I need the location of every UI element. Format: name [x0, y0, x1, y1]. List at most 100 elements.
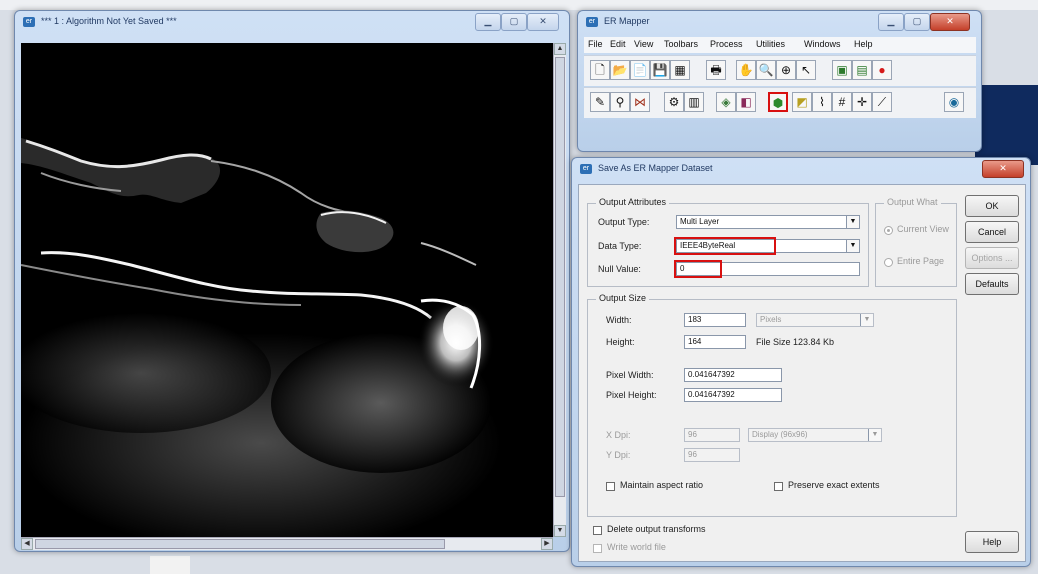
minimize-button[interactable]: ▁: [475, 13, 501, 31]
scroll-left-button[interactable]: ◀: [21, 538, 33, 550]
horizontal-scroll-thumb[interactable]: [35, 539, 445, 549]
vertical-scrollbar[interactable]: ▲ ▼: [553, 43, 566, 537]
current-view-radio[interactable]: [884, 226, 893, 235]
menu-bar: File Edit View Toolbars Process Utilitie…: [584, 37, 976, 53]
pixel-width-input[interactable]: 0.041647392: [684, 368, 782, 382]
chevron-down-icon[interactable]: ▼: [868, 429, 881, 441]
close-button[interactable]: ✕: [930, 13, 970, 31]
horizontal-scrollbar[interactable]: ◀ ▶: [21, 537, 553, 550]
entire-page-radio[interactable]: [884, 258, 893, 267]
output-attributes-title: Output Attributes: [596, 197, 670, 207]
help-button[interactable]: Help: [965, 531, 1019, 553]
y-dpi-input[interactable]: 96: [684, 448, 740, 462]
height-label: Height:: [606, 337, 635, 347]
save-icon[interactable]: 💾: [650, 60, 670, 80]
transform-icon[interactable]: ⟋: [872, 92, 892, 112]
ermapper-main-window: er ER Mapper ▁ ▢ ✕ File Edit View Toolba…: [577, 10, 982, 152]
menu-edit[interactable]: Edit: [610, 39, 626, 49]
filter-icon[interactable]: #: [832, 92, 852, 112]
save-dialog-body: Output Attributes Output Type: Multi Lay…: [578, 184, 1026, 562]
chevron-down-icon[interactable]: ▼: [860, 314, 873, 326]
world-icon[interactable]: ◉: [944, 92, 964, 112]
save-as-icon[interactable]: ▦: [670, 60, 690, 80]
size-unit-dropdown[interactable]: Pixels ▼: [756, 313, 874, 327]
write-world-file-checkbox[interactable]: [593, 544, 602, 553]
null-value-label: Null Value:: [598, 264, 641, 274]
close-button[interactable]: ✕: [527, 13, 559, 31]
maximize-button[interactable]: ▢: [904, 13, 930, 31]
select-arrow-icon[interactable]: ↖: [796, 60, 816, 80]
ermapper-app-icon: er: [586, 17, 598, 27]
output-size-group: Output Size Width: 183 Pixels ▼ Height: …: [587, 293, 957, 517]
geolink-icon[interactable]: ⚲: [610, 92, 630, 112]
menu-file[interactable]: File: [588, 39, 603, 49]
menu-toolbars[interactable]: Toolbars: [664, 39, 698, 49]
file-size-text: File Size 123.84 Kb: [756, 337, 835, 347]
dpi-dropdown[interactable]: Display (96x96) ▼: [748, 428, 882, 442]
minimize-button[interactable]: ▁: [878, 13, 904, 31]
save-dataset-icon[interactable]: ⬢: [768, 92, 788, 112]
ermapper-titlebar[interactable]: er ER Mapper ▁ ▢ ✕: [578, 11, 981, 33]
page-setup2-icon[interactable]: ▤: [852, 60, 872, 80]
algorithm-window-titlebar[interactable]: er *** 1 : Algorithm Not Yet Saved *** ▁…: [15, 11, 569, 33]
ermapper-window-title: ER Mapper: [604, 16, 650, 26]
algorithm-window: er *** 1 : Algorithm Not Yet Saved *** ▁…: [14, 10, 570, 552]
zoom-box-icon[interactable]: ⊕: [776, 60, 796, 80]
menu-windows[interactable]: Windows: [804, 39, 841, 49]
menu-utilities[interactable]: Utilities: [756, 39, 785, 49]
chevron-down-icon[interactable]: ▼: [846, 240, 859, 252]
pixel-height-input[interactable]: 0.041647392: [684, 388, 782, 402]
preserve-extents-checkbox[interactable]: [774, 482, 783, 491]
stop-icon[interactable]: ●: [872, 60, 892, 80]
write-world-file-label: Write world file: [607, 542, 666, 552]
width-input[interactable]: 183: [684, 313, 746, 327]
menu-view[interactable]: View: [634, 39, 653, 49]
save-dialog-titlebar[interactable]: er Save As ER Mapper Dataset ✕: [572, 158, 1030, 180]
chevron-down-icon[interactable]: ▼: [846, 216, 859, 228]
scroll-up-button[interactable]: ▲: [554, 43, 566, 55]
options-button[interactable]: Options ...: [965, 247, 1019, 269]
menu-process[interactable]: Process: [710, 39, 743, 49]
print-icon[interactable]: 🖶: [706, 60, 726, 80]
y-dpi-label: Y Dpi:: [606, 450, 631, 460]
vertical-scroll-thumb[interactable]: [555, 57, 565, 497]
crosshair-icon[interactable]: ✛: [852, 92, 872, 112]
ok-button[interactable]: OK: [965, 195, 1019, 217]
image-display-canvas[interactable]: [21, 43, 553, 537]
classify-icon[interactable]: ◩: [792, 92, 812, 112]
cancel-button[interactable]: Cancel: [965, 221, 1019, 243]
desktop-background-strip: [975, 85, 1038, 165]
output-what-group: Output What Current View Entire Page: [875, 197, 957, 287]
data-type-highlight: [674, 237, 776, 255]
annotation-icon[interactable]: ✎: [590, 92, 610, 112]
dataset-icon[interactable]: ▥: [684, 92, 704, 112]
pointer-hand-icon[interactable]: ✋: [736, 60, 756, 80]
x-dpi-input[interactable]: 96: [684, 428, 740, 442]
pixel-width-label: Pixel Width:: [606, 370, 654, 380]
scroll-right-button[interactable]: ▶: [541, 538, 553, 550]
histogram-icon[interactable]: ⌇: [812, 92, 832, 112]
new-icon[interactable]: 🗋: [590, 60, 610, 80]
menu-help[interactable]: Help: [854, 39, 873, 49]
close-button[interactable]: ✕: [982, 160, 1024, 178]
open-copy-icon[interactable]: 📄: [630, 60, 650, 80]
layer2-icon[interactable]: ◧: [736, 92, 756, 112]
height-input[interactable]: 164: [684, 335, 746, 349]
mosaic-icon[interactable]: ⋈: [630, 92, 650, 112]
output-type-dropdown[interactable]: Multi Layer ▼: [676, 215, 860, 229]
output-what-title: Output What: [884, 197, 941, 207]
output-size-title: Output Size: [596, 293, 650, 303]
delete-transforms-checkbox[interactable]: [593, 526, 602, 535]
zoom-icon[interactable]: 🔍: [756, 60, 776, 80]
edit-algorithm-icon[interactable]: ⚙: [664, 92, 684, 112]
ermapper-app-icon: er: [23, 17, 35, 27]
maintain-aspect-label: Maintain aspect ratio: [620, 480, 704, 490]
scroll-down-button[interactable]: ▼: [554, 525, 566, 537]
defaults-button[interactable]: Defaults: [965, 273, 1019, 295]
output-attributes-group: Output Attributes Output Type: Multi Lay…: [587, 197, 869, 287]
page-setup-icon[interactable]: ▣: [832, 60, 852, 80]
layer-icon[interactable]: ◈: [716, 92, 736, 112]
maintain-aspect-checkbox[interactable]: [606, 482, 615, 491]
open-icon[interactable]: 📂: [610, 60, 630, 80]
maximize-button[interactable]: ▢: [501, 13, 527, 31]
